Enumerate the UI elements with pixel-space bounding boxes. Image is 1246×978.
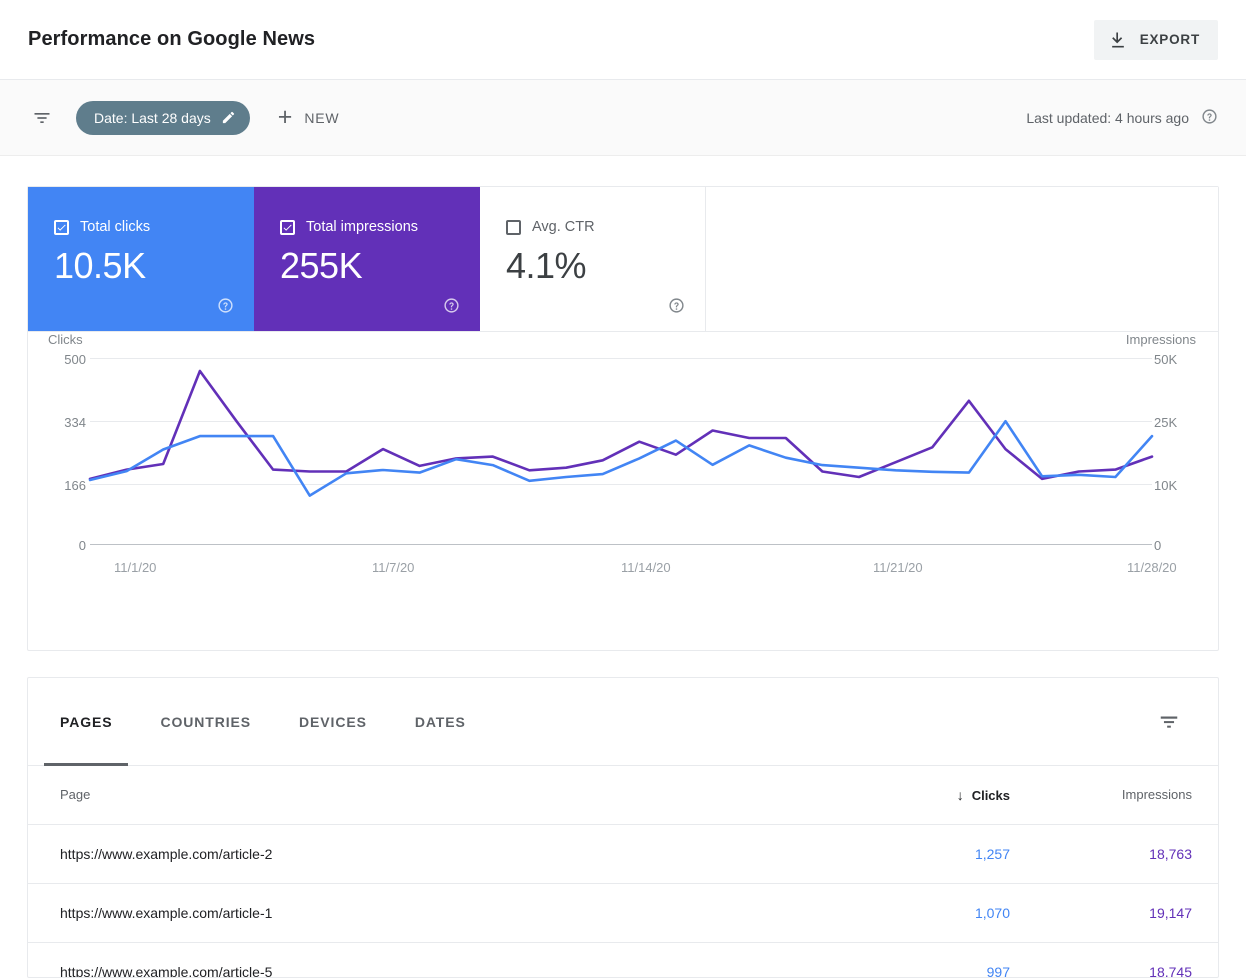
cell-page[interactable]: https://www.example.com/article-2: [28, 824, 858, 884]
cell-page[interactable]: https://www.example.com/article-1: [28, 883, 858, 943]
dimension-tabs: PAGES COUNTRIES DEVICES DATES: [28, 678, 1218, 766]
cell-impressions: 18,763: [1036, 824, 1218, 884]
x-tick-4: 11/28/20: [1127, 560, 1177, 575]
metrics-row: Total clicks 10.5K Total impressions 255…: [28, 187, 1218, 332]
x-tick-3: 11/21/20: [873, 560, 923, 575]
metric-value-avg-ctr: 4.1%: [506, 245, 587, 286]
metric-card-total-clicks[interactable]: Total clicks 10.5K: [28, 187, 254, 331]
checkbox-unchecked-icon[interactable]: [506, 219, 521, 235]
metric-card-avg-ctr[interactable]: Avg. CTR 4.1%: [480, 187, 706, 331]
tab-countries[interactable]: COUNTRIES: [136, 678, 275, 766]
tab-devices-label: DEVICES: [299, 713, 367, 730]
table-filter-icon[interactable]: [1158, 711, 1180, 733]
help-circle-icon[interactable]: [217, 297, 234, 319]
metrics-empty-space: [706, 187, 1218, 331]
pencil-icon[interactable]: [221, 110, 236, 125]
x-tick-0: 11/1/20: [114, 560, 157, 575]
metric-value-total-clicks: 10.5K: [54, 245, 146, 286]
column-header-clicks[interactable]: ↓ Clicks: [858, 766, 1036, 825]
performance-page: Performance on Google News EXPORT Date: …: [0, 0, 1246, 978]
column-header-clicks-label: Clicks: [971, 787, 1010, 803]
help-circle-icon[interactable]: [1201, 108, 1218, 128]
dimension-table-card: PAGES COUNTRIES DEVICES DATES Page ↓ Clic…: [27, 677, 1219, 978]
x-tick-2: 11/14/20: [621, 560, 671, 575]
table-row[interactable]: https://www.example.com/article-5 997 18…: [28, 942, 1218, 977]
new-filter-label: NEW: [304, 109, 340, 126]
export-button[interactable]: EXPORT: [1093, 19, 1218, 60]
sort-desc-arrow-icon: ↓: [956, 786, 964, 803]
performance-chart: Clicks Impressions 500 334 166 0 50K 25K…: [28, 332, 1218, 650]
tab-pages[interactable]: PAGES: [36, 678, 136, 766]
last-updated: Last updated: 4 hours ago: [1026, 108, 1218, 128]
help-circle-icon[interactable]: [443, 297, 460, 319]
cell-clicks: 1,257: [858, 824, 1036, 884]
cell-clicks: 997: [858, 942, 1036, 977]
table-row[interactable]: https://www.example.com/article-2 1,257 …: [28, 824, 1218, 884]
chart-card: Total clicks 10.5K Total impressions 255…: [27, 186, 1219, 651]
table-header-row: Page ↓ Clicks Impressions: [28, 766, 1218, 825]
checkbox-checked-icon[interactable]: [280, 219, 295, 235]
metric-card-total-impressions[interactable]: Total impressions 255K: [254, 187, 480, 331]
tab-dates-label: DATES: [414, 713, 466, 730]
cell-impressions: 18,745: [1036, 942, 1218, 977]
x-tick-1: 11/7/20: [372, 560, 415, 575]
new-filter-button[interactable]: + NEW: [278, 105, 340, 130]
export-label: EXPORT: [1139, 32, 1200, 47]
page-title: Performance on Google News: [28, 28, 316, 50]
tab-pages-label: PAGES: [60, 713, 113, 730]
table-row[interactable]: https://www.example.com/article-1 1,070 …: [28, 883, 1218, 943]
chart-plot-area: [88, 369, 1154, 497]
series-line-impressions: [88, 369, 1154, 481]
date-filter-chip[interactable]: Date: Last 28 days: [76, 100, 250, 135]
last-updated-text: Last updated: 4 hours ago: [1026, 109, 1189, 126]
tab-dates[interactable]: DATES: [391, 678, 490, 766]
plus-icon: +: [277, 103, 293, 131]
page-header: Performance on Google News EXPORT: [0, 0, 1246, 80]
checkbox-checked-icon[interactable]: [54, 219, 69, 235]
metric-label-total-clicks: Total clicks: [80, 219, 151, 235]
results-table: Page ↓ Clicks Impressions https://www.exa…: [28, 766, 1218, 977]
metric-value-total-impressions: 255K: [280, 245, 363, 286]
column-header-page[interactable]: Page: [28, 766, 858, 825]
metric-label-total-impressions: Total impressions: [306, 219, 419, 235]
filter-bar: Date: Last 28 days + NEW Last updated: 4…: [0, 80, 1246, 156]
cell-impressions: 19,147: [1036, 883, 1218, 943]
metric-label-avg-ctr: Avg. CTR: [532, 219, 595, 235]
column-header-impressions[interactable]: Impressions: [1036, 766, 1218, 825]
date-filter-label: Date: Last 28 days: [94, 109, 211, 126]
tab-countries-label: COUNTRIES: [160, 713, 252, 730]
download-icon: [1108, 30, 1128, 50]
help-circle-icon[interactable]: [668, 297, 685, 319]
filter-icon[interactable]: [28, 104, 56, 132]
tab-devices[interactable]: DEVICES: [275, 678, 391, 766]
cell-page[interactable]: https://www.example.com/article-5: [28, 942, 858, 977]
cell-clicks: 1,070: [858, 883, 1036, 943]
